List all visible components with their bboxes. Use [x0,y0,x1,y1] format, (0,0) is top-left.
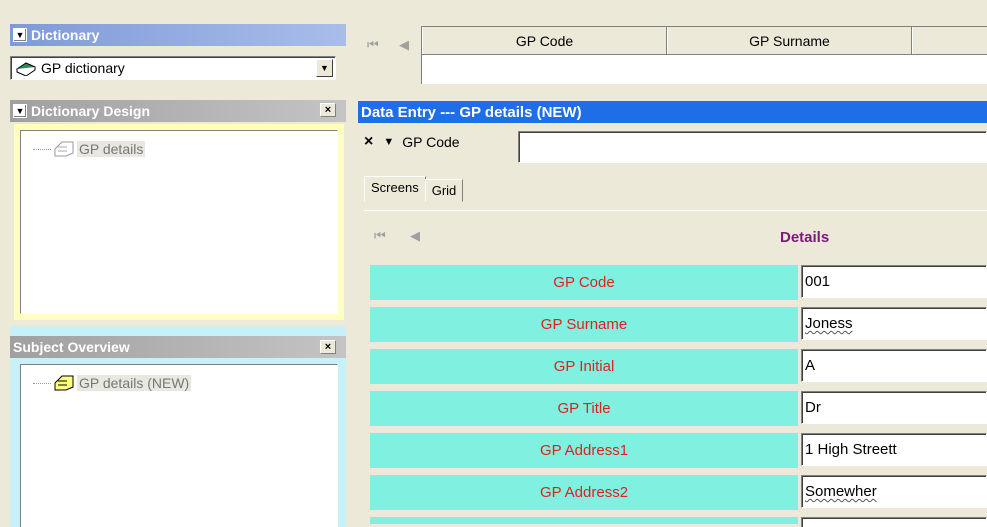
field-label: GP Title [370,391,798,429]
data-entry-title-bar: Data Entry --- GP details (NEW) [358,101,987,123]
gp-code-input[interactable]: 001 [801,265,987,298]
overview-panel-title: Subject Overview [13,339,130,355]
tree-item-gp-details[interactable]: GP details [33,141,146,157]
form-row: GP Title Dr [370,391,987,429]
top-grid[interactable]: GP Code GP Surname [421,26,987,84]
collapse-icon[interactable]: ▼ [13,28,27,42]
tag-icon [54,141,74,157]
form-prev-button[interactable]: ◀ [410,228,420,244]
form-row: GP Initial A [370,349,987,387]
close-icon[interactable]: × [320,340,336,354]
find-field-bar: × ▼ GP Code [364,133,460,151]
collapse-icon[interactable]: ▼ [13,104,27,118]
field-label: GP Address2 [370,475,798,513]
gp-title-input[interactable]: Dr [801,391,987,424]
field-label: GP Code [370,265,798,303]
column-next[interactable] [912,27,987,54]
design-panel-title: Dictionary Design [31,103,151,119]
dictionary-panel-header[interactable]: ▼ Dictionary [10,24,346,46]
overview-panel-header[interactable]: Subject Overview [10,336,346,358]
tree-item-gp-details-new[interactable]: GP details (NEW) [33,375,192,391]
form-first-button[interactable]: ⏮ [374,228,386,244]
gp-surname-input[interactable]: Joness [801,307,987,340]
gp-address1-input[interactable]: 1 High Streett [801,433,987,466]
form-row: GP Address1 1 High Streett [370,433,987,471]
tab-strip: Screens Grid [364,176,464,202]
clear-icon[interactable]: × [364,133,373,151]
tab-grid[interactable]: Grid [424,179,464,202]
tag-icon [54,375,74,391]
data-entry-title: Data Entry --- GP details (NEW) [361,103,582,121]
form-row-partial [370,517,987,527]
design-panel-header[interactable]: ▼ Dictionary Design [10,100,346,122]
close-icon[interactable]: × [320,103,336,117]
top-grid-header: GP Code GP Surname [422,27,987,55]
field-dropdown-icon[interactable]: ▼ [383,136,394,148]
section-title: Details [780,229,830,246]
chevron-down-icon[interactable]: ▼ [316,59,333,77]
gp-address2-input[interactable]: Somewher [801,475,987,508]
column-gp-code[interactable]: GP Code [422,27,667,54]
field-label: GP Initial [370,349,798,387]
book-icon [15,62,37,76]
design-tree[interactable]: GP details [20,130,338,314]
field-label: GP Surname [370,307,798,345]
prev-record-button[interactable]: ◀ [399,37,409,53]
find-field-input[interactable] [518,131,987,163]
gp-initial-input[interactable]: A [801,349,987,382]
dictionary-select-value: GP dictionary [41,60,125,76]
field-label: GP Address1 [370,433,798,471]
first-record-button[interactable]: ⏮ [367,37,379,53]
column-gp-surname[interactable]: GP Surname [667,27,912,54]
form-row: GP Code 001 [370,265,987,303]
form-row: GP Surname Joness [370,307,987,345]
overview-tree[interactable]: GP details (NEW) [20,364,338,527]
dictionary-panel-title: Dictionary [31,27,100,43]
tab-strip-bg [358,168,987,527]
find-field-label: GP Code [402,134,460,150]
form-row: GP Address2 Somewher [370,475,987,513]
tab-underline [364,210,987,211]
dictionary-select[interactable]: GP dictionary ▼ [10,56,336,80]
tab-screens[interactable]: Screens [364,176,426,202]
